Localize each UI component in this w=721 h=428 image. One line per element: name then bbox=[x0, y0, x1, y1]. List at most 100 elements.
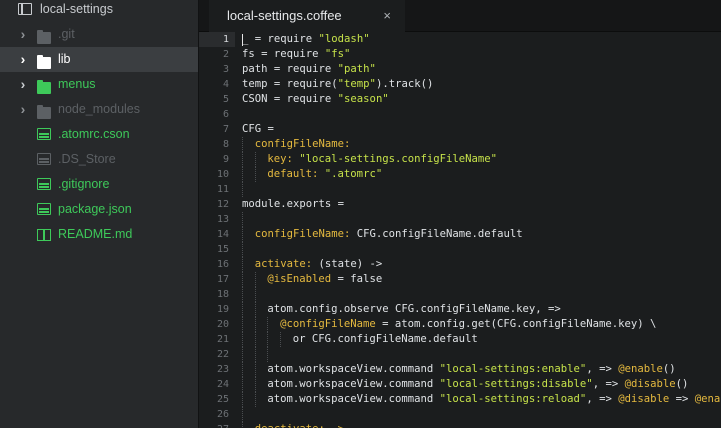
code-token: path = require bbox=[242, 63, 338, 75]
code-line[interactable]: atom.config.observe CFG.configFileName.k… bbox=[267, 302, 560, 317]
indent-guide bbox=[242, 392, 243, 407]
line-number: 24 bbox=[216, 379, 229, 390]
line-number: 8 bbox=[222, 139, 229, 150]
line-number: 22 bbox=[216, 349, 229, 360]
code-line[interactable]: CSON = require "season" bbox=[242, 92, 389, 107]
tab-local-settings-coffee[interactable]: local-settings.coffee × bbox=[209, 0, 405, 32]
indent-guide bbox=[254, 152, 256, 167]
code-token: atom.config.observe CFG.configFileName.k… bbox=[267, 303, 561, 315]
indent-guide bbox=[267, 332, 269, 347]
code-line[interactable]: atom.workspaceView.command "local-settin… bbox=[267, 392, 721, 407]
code-token: "local-settings:enable" bbox=[439, 363, 587, 375]
code-line[interactable]: CFG = bbox=[242, 122, 274, 137]
code-line[interactable]: @isEnabled = false bbox=[267, 272, 382, 287]
tree-file-package-json[interactable]: package.json bbox=[0, 197, 198, 222]
indent-guide bbox=[242, 422, 243, 428]
tree-folder-node-modules[interactable]: › node_modules bbox=[0, 97, 198, 122]
line-number: 12 bbox=[216, 199, 229, 210]
code-line[interactable]: atom.workspaceView.command "local-settin… bbox=[267, 362, 675, 377]
indent-guide bbox=[267, 317, 269, 332]
indent-guide bbox=[254, 347, 256, 362]
code-token: "season" bbox=[337, 93, 389, 105]
indent-guide bbox=[242, 317, 243, 332]
code-token: , => bbox=[586, 393, 619, 405]
code-line[interactable]: @configFileName = atom.config.get(CFG.co… bbox=[280, 317, 656, 332]
tree-root-local-settings[interactable]: local-settings bbox=[0, 0, 198, 22]
code-token: atom.workspaceView.command bbox=[267, 378, 440, 390]
tree-file-atomrc-cson[interactable]: .atomrc.cson bbox=[0, 122, 198, 147]
code-line[interactable]: configFileName: bbox=[255, 137, 351, 152]
indent-guide bbox=[242, 182, 243, 197]
indent-guide bbox=[242, 137, 243, 152]
code-token: deactivate: -> bbox=[255, 423, 344, 428]
close-icon[interactable]: × bbox=[383, 8, 391, 23]
code-token: atom.workspaceView.command bbox=[267, 363, 440, 375]
folder-icon bbox=[37, 80, 51, 94]
code-token: configFileName: bbox=[254, 228, 357, 240]
code-line[interactable]: temp = require("temp").track() bbox=[242, 77, 433, 92]
line-number: 11 bbox=[216, 184, 229, 195]
code-line[interactable]: key: "local-settings.configFileName" bbox=[267, 152, 497, 167]
code-token: configFileName: bbox=[254, 138, 351, 150]
tab-title: local-settings.coffee bbox=[227, 8, 342, 23]
code-line[interactable]: default: ".atomrc" bbox=[267, 167, 382, 182]
code-line[interactable]: or CFG.configFileName.default bbox=[293, 332, 478, 347]
code-line[interactable]: fs = require "fs" bbox=[242, 47, 350, 62]
indent-guide bbox=[242, 377, 243, 392]
tree-folder-lib[interactable]: › lib bbox=[0, 47, 198, 72]
code-editor[interactable]: 1 2 3 4 5 6 7 8 9 10 11 12 13 14 15 16 17 18 19 20 21 22 23 24 2… bbox=[199, 32, 721, 428]
tree-file-ds-store[interactable]: .DS_Store bbox=[0, 147, 198, 172]
code-line[interactable]: deactivate: -> bbox=[255, 422, 344, 428]
code-line[interactable]: module.exports = bbox=[242, 197, 344, 212]
book-icon bbox=[37, 229, 51, 241]
tree-item-label: local-settings bbox=[40, 2, 113, 16]
indent-guide bbox=[242, 212, 243, 227]
tree-item-label: node_modules bbox=[58, 102, 141, 116]
indent-guide bbox=[254, 362, 256, 377]
line-number: 10 bbox=[216, 169, 229, 180]
code-token: "fs" bbox=[324, 48, 351, 60]
code-area[interactable]: _ = require "lodash" fs = require "fs" pat… bbox=[242, 32, 721, 428]
code-line[interactable]: _ = require "lodash" bbox=[242, 32, 370, 47]
code-token: "temp" bbox=[337, 78, 376, 90]
tree-file-readme-md[interactable]: README.md bbox=[0, 222, 198, 247]
chevron-right-icon[interactable]: › bbox=[18, 101, 28, 117]
code-token: atom.workspaceView.command bbox=[267, 393, 440, 405]
code-token: @enable bbox=[618, 363, 663, 375]
code-token: = atom.config.get(CFG.configFileName.key… bbox=[375, 318, 657, 330]
line-number: 21 bbox=[216, 334, 229, 345]
code-line[interactable]: configFileName: CFG.configFileName.defau… bbox=[255, 227, 523, 242]
code-token: CSON = require bbox=[242, 93, 338, 105]
code-token: , => bbox=[586, 363, 619, 375]
code-line[interactable]: atom.workspaceView.command "local-settin… bbox=[267, 377, 688, 392]
code-token: "local-settings:disable" bbox=[439, 378, 593, 390]
file-icon bbox=[37, 203, 51, 215]
line-number: 3 bbox=[222, 64, 229, 75]
folder-icon bbox=[37, 55, 51, 69]
code-token: @isEnabled bbox=[267, 273, 332, 285]
tree-folder-git[interactable]: › .git bbox=[0, 22, 198, 47]
file-icon bbox=[37, 153, 51, 165]
tree-file-gitignore[interactable]: .gitignore bbox=[0, 172, 198, 197]
code-token: = false bbox=[331, 273, 383, 285]
chevron-right-icon[interactable]: › bbox=[18, 26, 28, 42]
code-token: @disable bbox=[618, 393, 670, 405]
indent-guide bbox=[242, 287, 243, 302]
chevron-right-icon[interactable]: › bbox=[18, 76, 28, 92]
indent-guide bbox=[280, 332, 282, 347]
tree-folder-menus[interactable]: › menus bbox=[0, 72, 198, 97]
code-token: @configFileName bbox=[280, 318, 376, 330]
code-token: _ = require bbox=[242, 33, 319, 45]
code-token: () bbox=[662, 363, 676, 375]
line-number: 6 bbox=[222, 109, 229, 120]
code-token: or CFG.configFileName.default bbox=[292, 333, 478, 345]
line-number: 26 bbox=[216, 409, 229, 420]
code-token: @disable bbox=[624, 378, 676, 390]
chevron-right-icon[interactable]: › bbox=[18, 51, 28, 67]
indent-guide bbox=[242, 242, 243, 257]
code-token: , => bbox=[592, 378, 625, 390]
code-line[interactable]: activate: (state) -> bbox=[255, 257, 383, 272]
code-token: default: bbox=[267, 168, 325, 180]
line-number: 25 bbox=[216, 394, 229, 405]
code-line[interactable]: path = require "path" bbox=[242, 62, 376, 77]
